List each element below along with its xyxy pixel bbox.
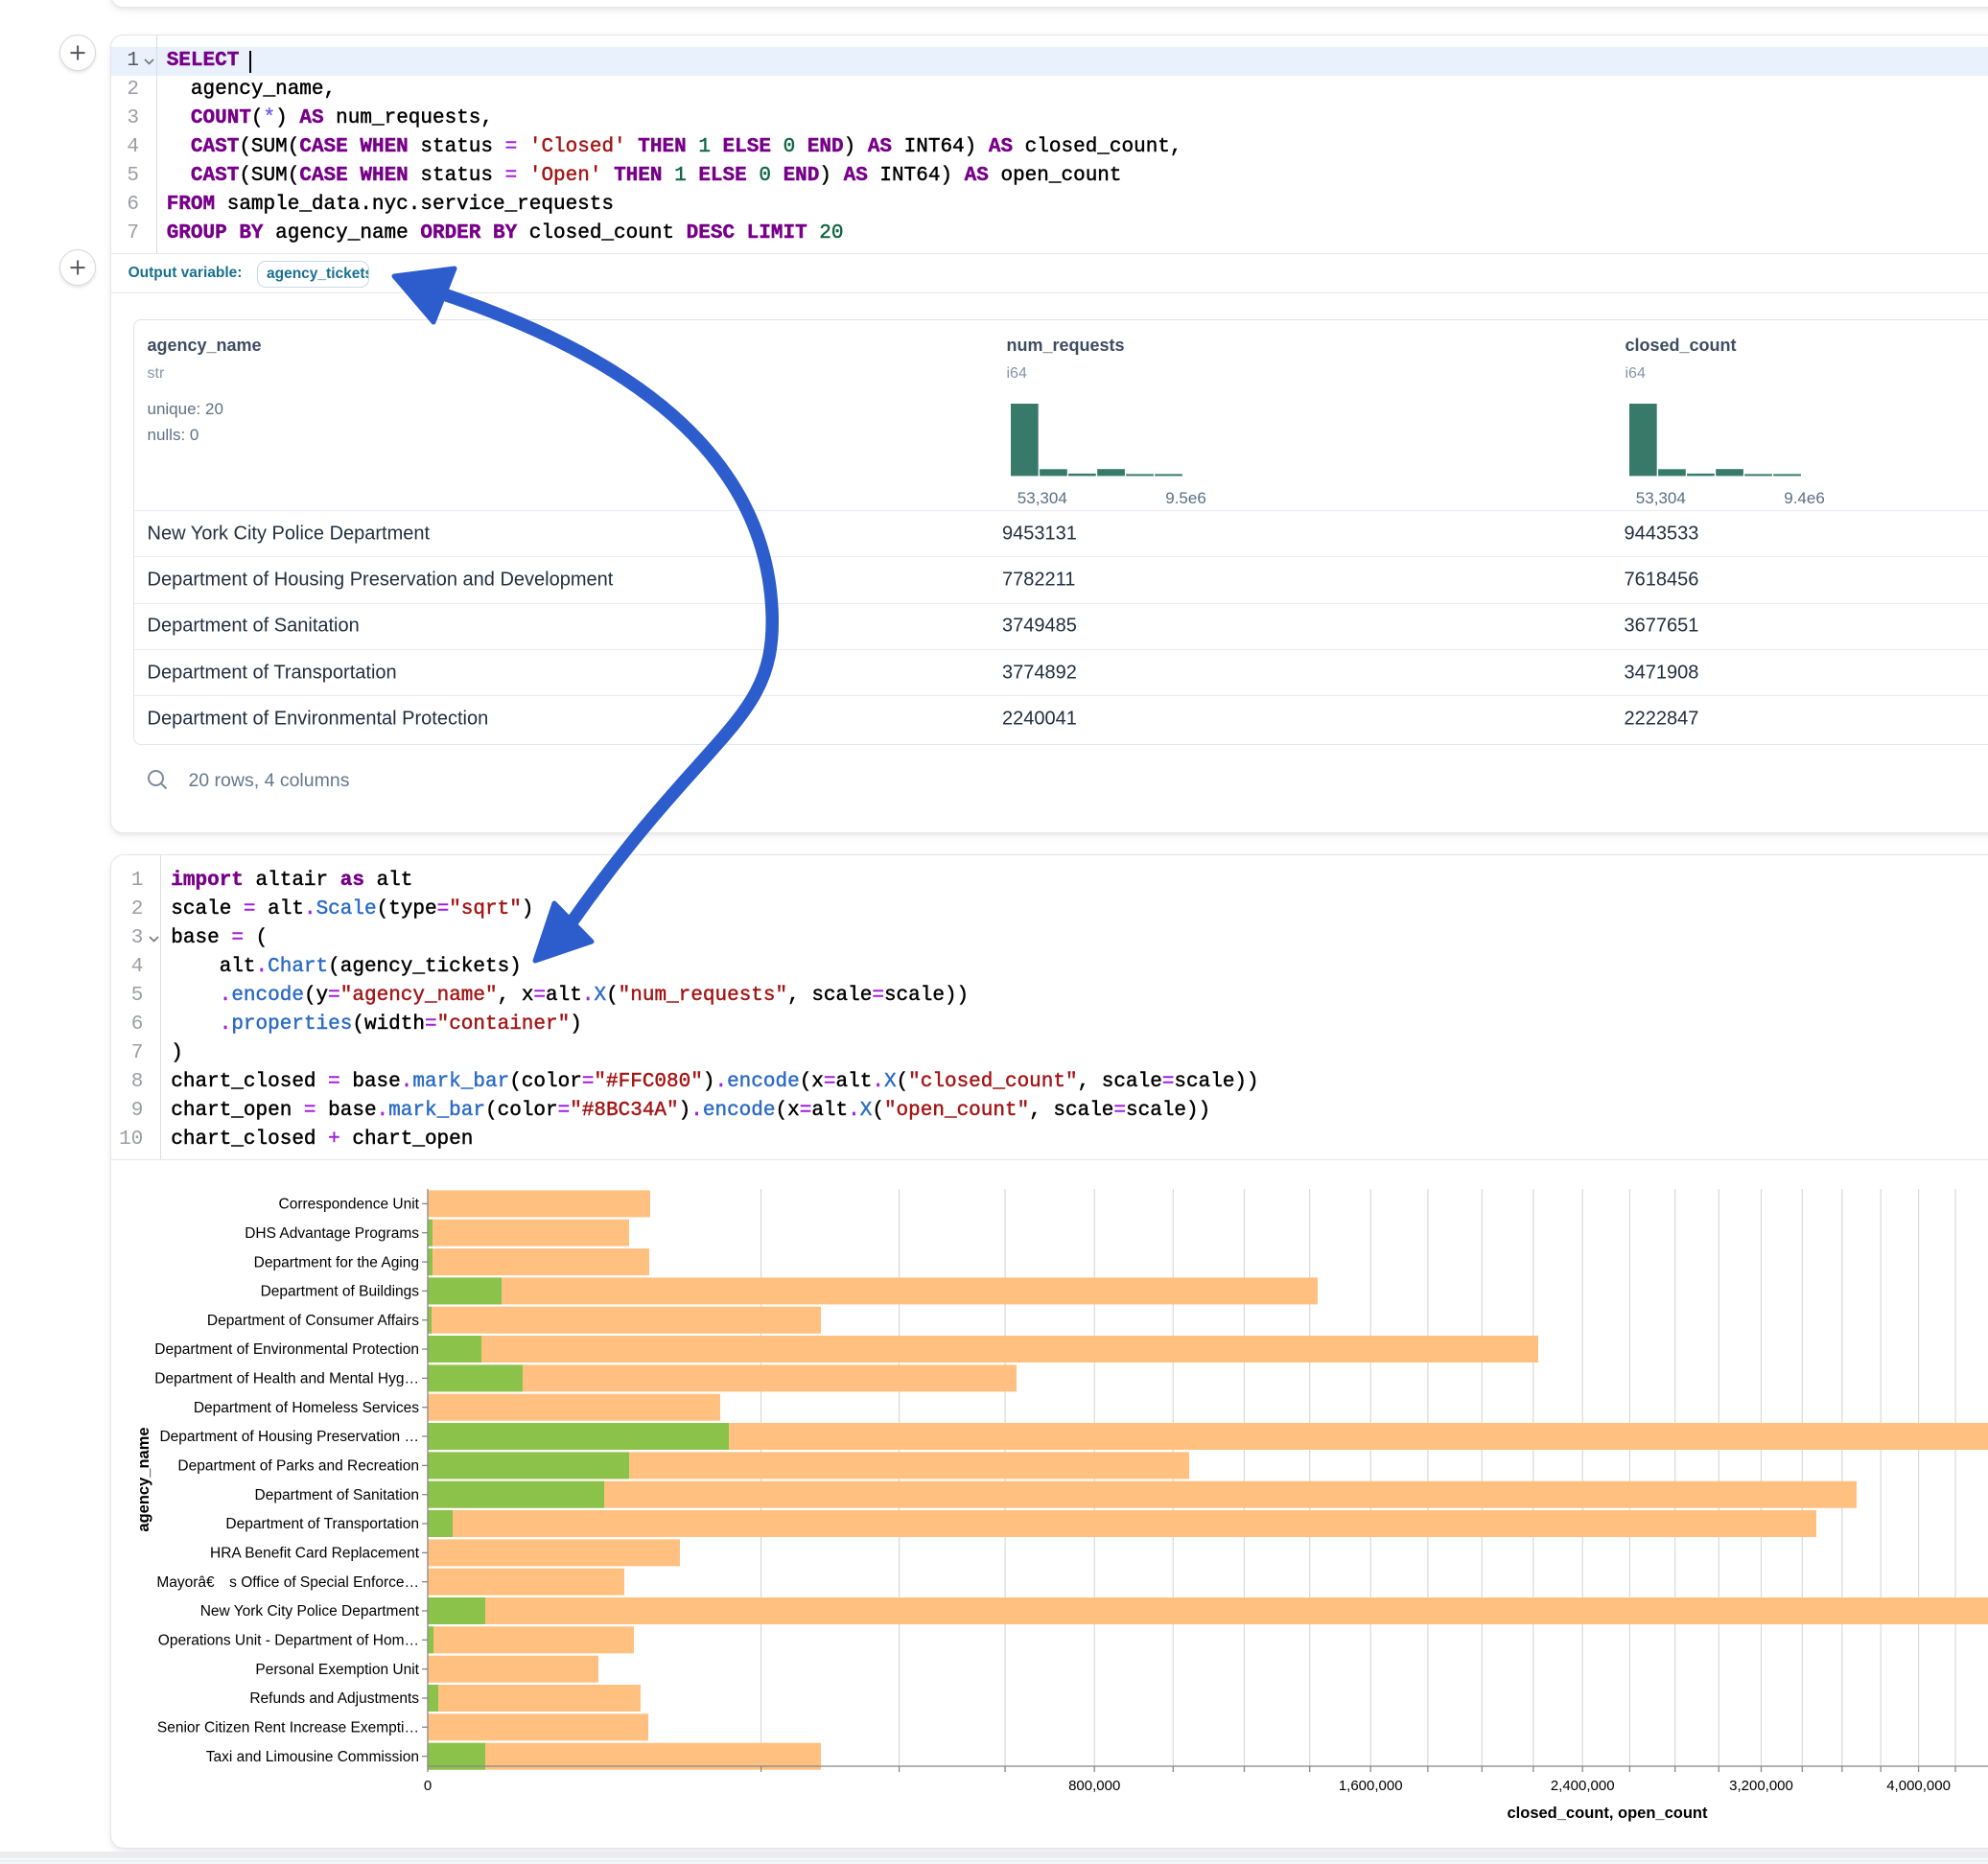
svg-text:Department of Buildings: Department of Buildings bbox=[261, 1284, 420, 1300]
svg-text:Personal Exemption Unit: Personal Exemption Unit bbox=[255, 1662, 419, 1678]
svg-text:Department of Consumer Affairs: Department of Consumer Affairs bbox=[207, 1313, 419, 1329]
svg-text:Department of Sanitation: Department of Sanitation bbox=[255, 1487, 419, 1503]
svg-text:3,200,000: 3,200,000 bbox=[1729, 1778, 1793, 1794]
svg-text:Taxi and Limousine Commission: Taxi and Limousine Commission bbox=[206, 1749, 419, 1765]
svg-text:Department of Transportation: Department of Transportation bbox=[225, 1516, 419, 1532]
svg-text:Department of Housing Preserva: Department of Housing Preservation … bbox=[159, 1429, 419, 1445]
svg-text:Department for the Aging: Department for the Aging bbox=[254, 1254, 419, 1270]
svg-text:Operations Unit - Department o: Operations Unit - Department of Hom… bbox=[158, 1633, 419, 1649]
svg-text:closed_count, open_count: closed_count, open_count bbox=[1507, 1805, 1708, 1822]
svg-text:Refunds and Adjustments: Refunds and Adjustments bbox=[249, 1690, 419, 1707]
svg-text:0: 0 bbox=[424, 1778, 432, 1794]
svg-text:DHS Advantage Programs: DHS Advantage Programs bbox=[245, 1225, 419, 1242]
svg-text:New York City Police Departmen: New York City Police Department bbox=[200, 1603, 420, 1619]
svg-text:HRA Benefit Card Replacement: HRA Benefit Card Replacement bbox=[210, 1546, 420, 1562]
svg-text:4,000,000: 4,000,000 bbox=[1886, 1778, 1951, 1794]
svg-text:Department of Environmental Pr: Department of Environmental Protection bbox=[154, 1341, 419, 1358]
svg-text:2,400,000: 2,400,000 bbox=[1551, 1778, 1615, 1794]
svg-text:800,000: 800,000 bbox=[1068, 1778, 1120, 1794]
svg-text:Mayorâ€ s Office of Special En: Mayorâ€ s Office of Special Enforce… bbox=[156, 1574, 419, 1591]
svg-text:Department of Parks and Recrea: Department of Parks and Recreation bbox=[177, 1458, 419, 1475]
svg-text:agency_name: agency_name bbox=[135, 1427, 152, 1531]
svg-text:Senior Citizen Rent Increase E: Senior Citizen Rent Increase Exempti… bbox=[157, 1720, 419, 1736]
svg-text:Correspondence Unit: Correspondence Unit bbox=[279, 1197, 420, 1213]
svg-text:1,600,000: 1,600,000 bbox=[1339, 1778, 1403, 1794]
svg-text:Department of Homeless Service: Department of Homeless Services bbox=[194, 1400, 419, 1416]
svg-text:Department of Health and Menta: Department of Health and Mental Hyg… bbox=[154, 1371, 419, 1387]
